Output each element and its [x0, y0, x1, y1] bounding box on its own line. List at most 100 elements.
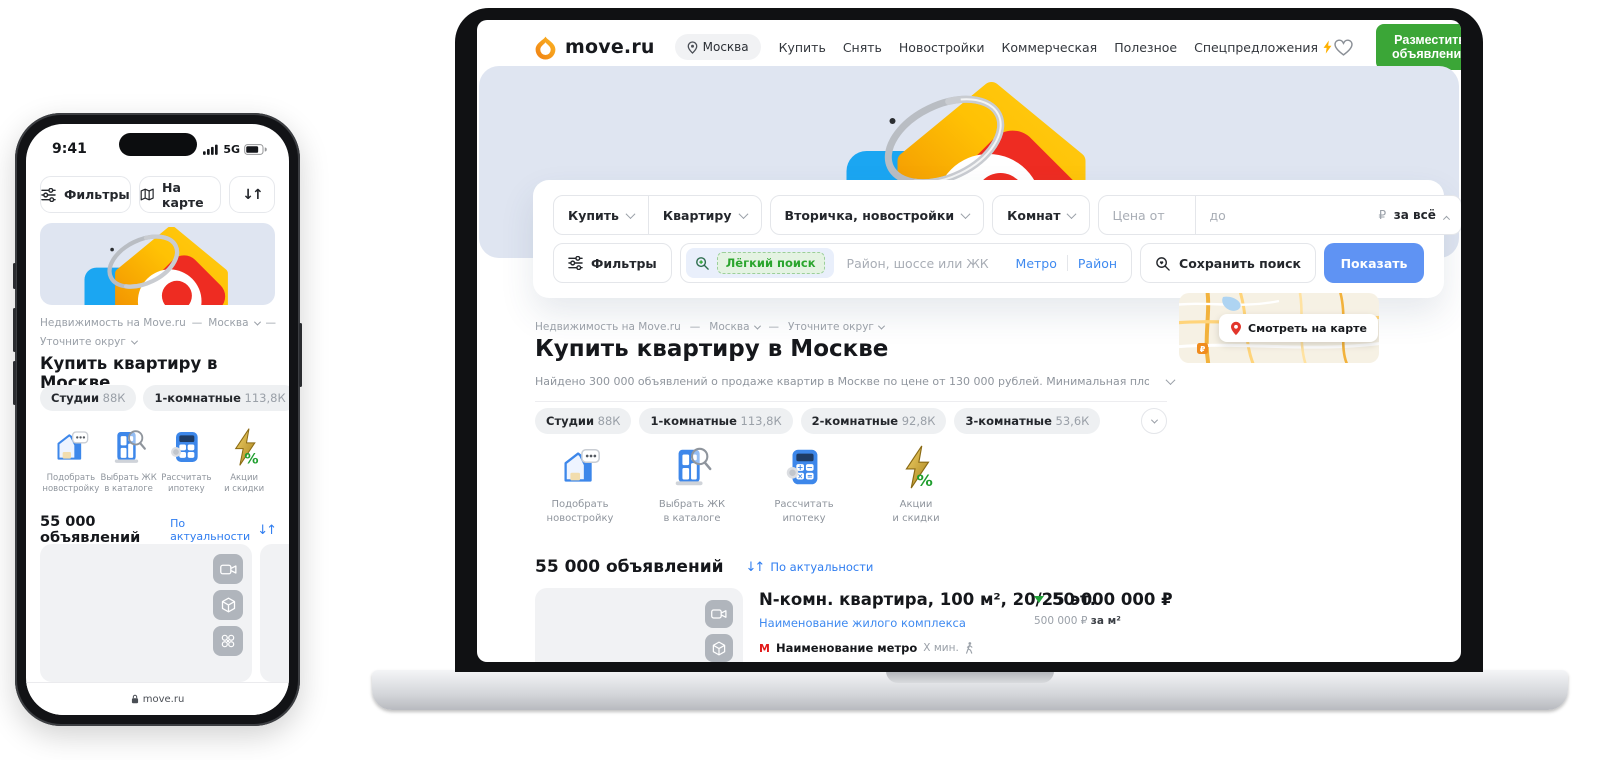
breadcrumb-root[interactable]: Недвижимость на Move.ru [535, 321, 681, 333]
listing-metro: М Наименование метро Х мин. [759, 641, 1023, 655]
nav-newbuildings[interactable]: Новостройки [899, 40, 985, 55]
price-mode-toggle[interactable]: ₽ за всё [1378, 208, 1460, 222]
price-to-input[interactable] [1196, 196, 1378, 234]
breadcrumb-city[interactable]: Москва [208, 314, 248, 333]
phone-volume-up [13, 308, 16, 352]
3d-cube-icon[interactable] [213, 590, 243, 620]
chip-2room[interactable]: 2-комнатные 92,8К [801, 408, 947, 434]
quick-link-catalog[interactable]: Выбрать ЖКв каталоге [100, 427, 158, 496]
nav-buy[interactable]: Купить [779, 40, 826, 55]
map-preview[interactable]: ₽ Смотреть на карте [1179, 293, 1379, 363]
price-mode-value: за всё [1394, 208, 1436, 222]
listing-photo-placeholder[interactable] [535, 588, 743, 662]
walk-time: Х мин. [923, 642, 958, 654]
save-search-button[interactable]: Сохранить поиск [1140, 243, 1316, 283]
next-listing-photo-placeholder[interactable] [260, 544, 289, 682]
market-dropdown[interactable]: Вторичка, новостройки [770, 195, 985, 235]
phone-toolbar: Фильтры На карте ↓↑ [40, 176, 275, 213]
chip-3room[interactable]: 3-комнатные 53,6К [954, 408, 1100, 434]
city-selector[interactable]: Москва [675, 34, 761, 60]
breadcrumb-city[interactable]: Москва [709, 321, 759, 333]
nav-useful[interactable]: Полезное [1114, 40, 1177, 55]
quick-links: Подобратьновостройку Выбрать ЖКв каталог… [535, 444, 961, 525]
laptop-bezel: move.ru Москва Купить Снять Новостройки … [455, 8, 1483, 672]
district-link[interactable]: Район [1078, 256, 1117, 271]
deal-type-dropdown[interactable]: Купить [554, 196, 648, 234]
seo-description: Найдено 300 000 объявлений о продаже ква… [535, 375, 1149, 388]
property-type-dropdown[interactable]: Квартиру [648, 196, 761, 234]
chevron-down-icon [625, 209, 635, 219]
location-search-input[interactable] [834, 244, 1016, 282]
quick-link-promo[interactable]: % Акциии скидки [215, 427, 273, 496]
rooms-dropdown[interactable]: Комнат [992, 195, 1090, 235]
marketing-composition: move.ru Москва Купить Снять Новостройки … [0, 0, 1624, 760]
city-label: Москва [703, 40, 749, 54]
listing-complex-link[interactable]: Наименование жилого комплекса [759, 616, 1023, 630]
rooms-value: Комнат [1007, 208, 1060, 223]
sort-button[interactable]: ↓↑ [229, 176, 275, 213]
chip-studio[interactable]: Студии 88К [535, 408, 631, 434]
price-range-group: ₽ за всё [1098, 195, 1461, 235]
lightning-percent-icon: % [893, 444, 939, 490]
favorites-heart-icon[interactable] [1333, 38, 1354, 57]
sort-arrows-icon: ↓↑ [746, 560, 764, 575]
breadcrumb-district[interactable]: Уточните округ [40, 333, 126, 352]
quick-link-newbuilding[interactable]: Подобратьновостройку [42, 427, 100, 496]
filters-button[interactable]: Фильтры [40, 176, 131, 213]
expand-description-chevron-icon[interactable] [1166, 375, 1176, 385]
logo[interactable]: move.ru [533, 35, 655, 60]
quick-link-mortgage[interactable]: + − × = Рассчитатьипотеку [759, 444, 849, 525]
video-icon[interactable] [705, 600, 733, 628]
quick-link-promo[interactable]: % Акциии скидки [871, 444, 961, 525]
filters-button-label: Фильтры [64, 187, 130, 202]
site-header: move.ru Москва Купить Снять Новостройки … [533, 28, 1427, 66]
listing-photo-placeholder[interactable] [40, 544, 252, 682]
sort-control[interactable]: По актуальности ↓↑ [170, 517, 275, 543]
more-chips-button[interactable] [1141, 408, 1167, 434]
sort-arrows-icon: ↓↑ [242, 187, 261, 203]
metro-name: Наименование метро [776, 641, 917, 655]
video-icon[interactable] [213, 554, 243, 584]
breadcrumb-city-label: Москва [709, 321, 749, 333]
lightning-percent-icon: % [224, 427, 264, 467]
listing-title[interactable]: N-комн. квартира, 100 м², 20/25 эт. [759, 590, 1023, 609]
on-map-button[interactable]: На карте [139, 176, 221, 213]
search-panel: Купить Квартиру Вторичка, новостройки [533, 180, 1444, 298]
browser-address-bar[interactable]: move.ru [26, 682, 289, 715]
breadcrumb-root[interactable]: Недвижимость на Move.ru [40, 314, 186, 333]
phone-power-button [299, 323, 302, 387]
signal-bars-icon [203, 144, 219, 155]
house-chat-icon [557, 444, 603, 490]
svg-text:−: − [807, 463, 813, 472]
chip-1room[interactable]: 1-комнатные 113,8К [143, 385, 289, 411]
quick-link-mortgage[interactable]: Рассчитатьипотеку [158, 427, 216, 496]
3d-cube-icon[interactable] [705, 634, 733, 662]
deal-property-group: Купить Квартиру [553, 195, 762, 235]
svg-text:₽: ₽ [1200, 345, 1206, 354]
filters-button[interactable]: Фильтры [553, 243, 672, 283]
nav-commercial[interactable]: Коммерческая [1002, 40, 1098, 55]
view-on-map-button[interactable]: Смотреть на карте [1219, 314, 1378, 342]
logo-house-icon [533, 35, 558, 60]
drone-icon[interactable] [213, 626, 243, 656]
breadcrumb-district-label: Уточните округ [788, 321, 874, 333]
room-filter-chips: Студии 88К 1-комнатные 113,8К 2-комнатны… [535, 408, 1100, 434]
nav-rent[interactable]: Снять [843, 40, 882, 55]
calculator-icon: + − × = [781, 444, 827, 490]
easy-search-chip[interactable]: Лёгкий поиск [686, 248, 834, 278]
search-heart-icon [1155, 256, 1171, 271]
chip-1room[interactable]: 1-комнатные 113,8К [639, 408, 792, 434]
laptop-screen: move.ru Москва Купить Снять Новостройки … [477, 20, 1461, 662]
quick-link-catalog[interactable]: Выбрать ЖКв каталоге [647, 444, 737, 525]
metro-link[interactable]: Метро [1016, 256, 1057, 271]
quick-link-newbuilding[interactable]: Подобратьновостройку [535, 444, 625, 525]
breadcrumb-district[interactable]: Уточните округ [788, 321, 884, 333]
listing-card[interactable]: N-комн. квартира, 100 м², 20/25 эт. Наим… [535, 588, 1023, 662]
sort-control[interactable]: ↓↑ По актуальности [746, 560, 874, 575]
price-per-meter: 500 000 ₽ за м² [1034, 615, 1173, 627]
post-listing-button[interactable]: Разместить объявление [1376, 24, 1461, 70]
show-results-button[interactable]: Показать [1324, 243, 1424, 283]
nav-special-offers[interactable]: Спецпредложения [1194, 40, 1333, 55]
price-from-input[interactable] [1099, 196, 1195, 234]
chip-studio[interactable]: Студии 88К [40, 385, 136, 411]
